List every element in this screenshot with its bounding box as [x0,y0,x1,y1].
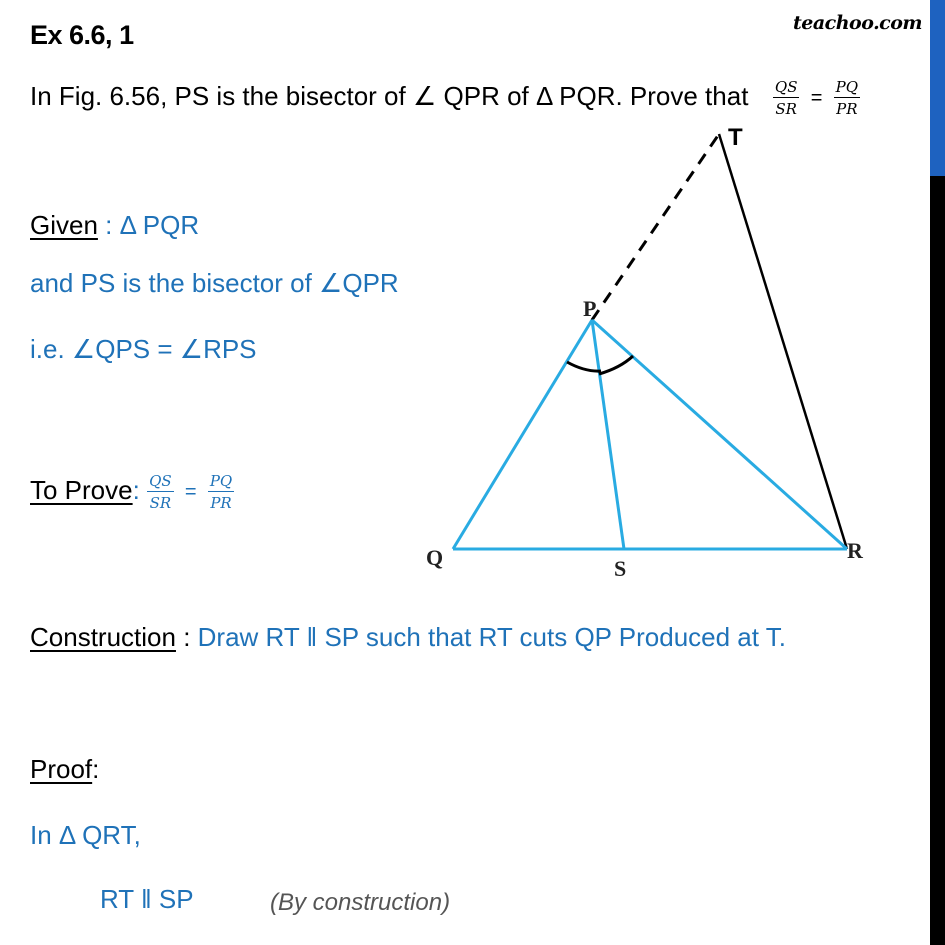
angle-arc-QPS [566,360,602,373]
line-RT [717,133,849,550]
scrollbar-track[interactable] [930,0,945,945]
label-T: T [728,124,743,151]
label-S: S [614,556,626,581]
side-PR [590,318,849,551]
label-Q: Q [426,545,443,570]
dashed-line-PT [590,133,721,321]
bisector-PS [590,319,626,550]
triangle-figure: P Q S R T [426,124,864,581]
angle-arc-RPS [598,354,635,376]
label-P: P [583,296,596,321]
label-R: R [847,538,864,563]
scrollbar-thumb[interactable] [930,0,945,176]
side-PQ [451,319,594,550]
